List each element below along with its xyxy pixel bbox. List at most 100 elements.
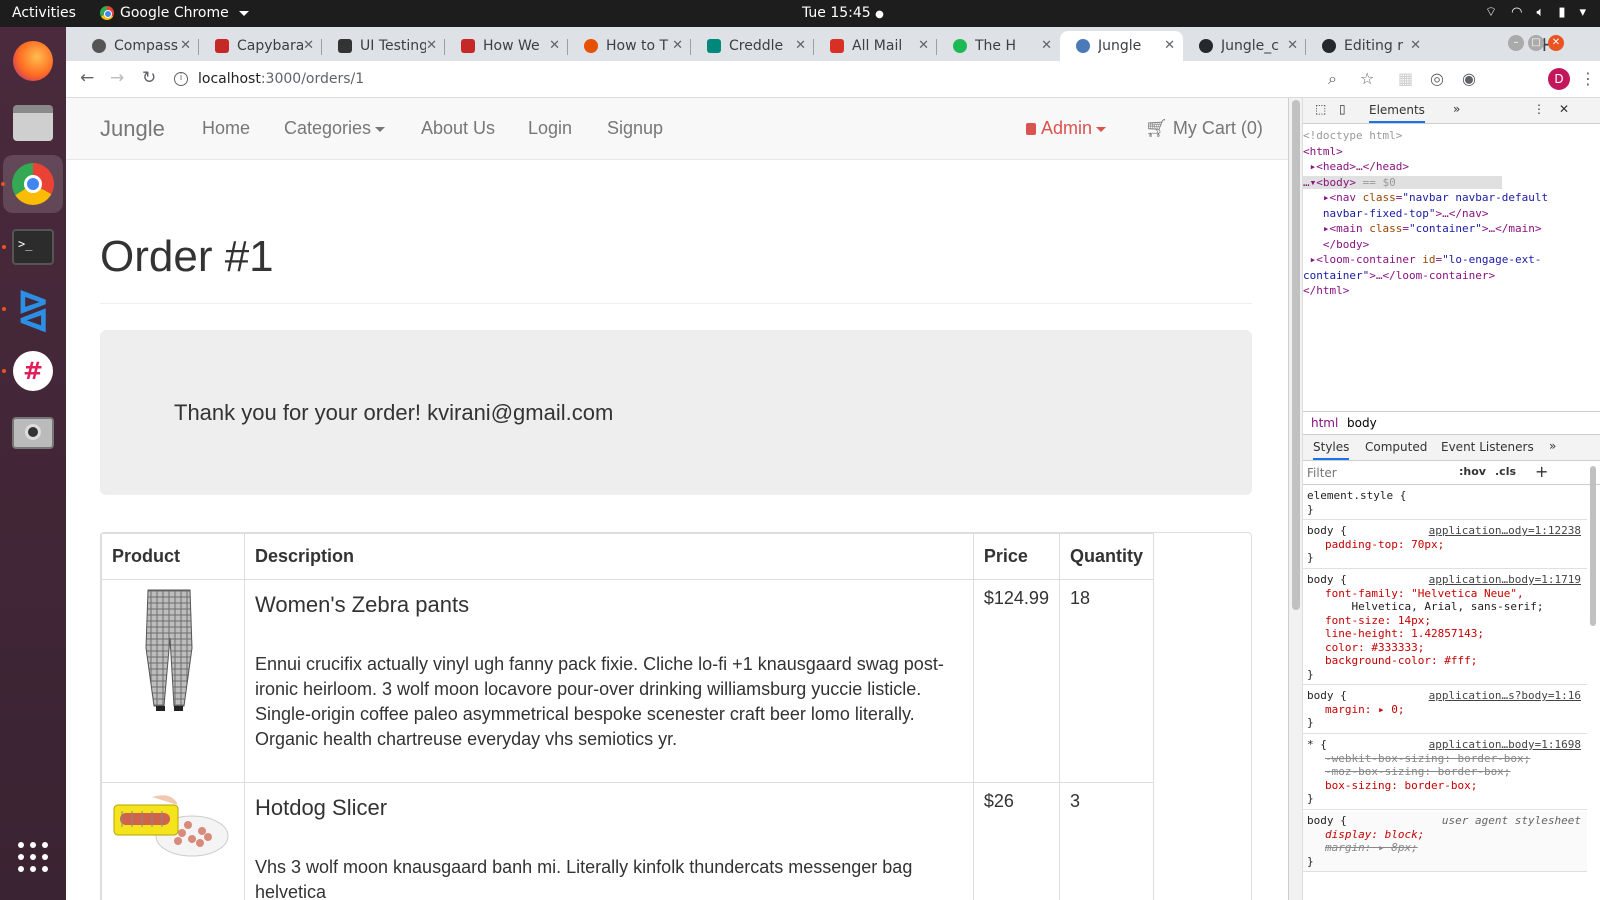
rule-declaration[interactable]: Helvetica, Arial, sans-serif; — [1307, 600, 1583, 614]
rule-source-link[interactable]: application…body=1:1698 — [1429, 738, 1581, 752]
tab-event-listeners[interactable]: Event Listeners — [1441, 440, 1534, 454]
more-tabs-icon[interactable]: » — [1549, 439, 1556, 453]
rule-declaration[interactable]: -moz-box-sizing: border-box; — [1307, 765, 1583, 779]
breadcrumb-body[interactable]: body — [1347, 416, 1377, 430]
extension-icon[interactable]: ▦ — [1398, 69, 1413, 88]
screenshot-launcher[interactable] — [9, 409, 57, 457]
rule-declaration[interactable]: color: #333333; — [1307, 641, 1583, 655]
terminal-launcher[interactable]: >_ — [2, 223, 57, 271]
scrollbar-thumb[interactable] — [1590, 466, 1596, 626]
device-toolbar-icon[interactable]: ▯ — [1339, 102, 1346, 116]
chrome-launcher[interactable] — [1, 155, 63, 213]
extension-icon[interactable]: ◉ — [1462, 69, 1476, 88]
close-icon[interactable]: ✕ — [672, 38, 683, 53]
nav-categories-dropdown[interactable]: Categories — [284, 118, 386, 139]
maximize-button[interactable]: □ — [1528, 35, 1544, 51]
brand-link[interactable]: Jungle — [100, 116, 165, 142]
browser-tab[interactable]: How We ✕ — [445, 31, 568, 61]
page-scrollbar[interactable] — [1289, 98, 1303, 900]
nav-signup-link[interactable]: Signup — [607, 118, 663, 139]
back-button[interactable]: ← — [80, 68, 94, 88]
browser-tab[interactable]: Compass ✕ — [76, 31, 199, 61]
close-icon[interactable]: ✕ — [918, 38, 929, 53]
style-rule[interactable]: * { application…body=1:1698 -webkit-box-… — [1303, 736, 1587, 810]
minimize-button[interactable]: – — [1508, 35, 1524, 51]
style-rule[interactable]: body { application…s?body=1:16 margin: ▸… — [1303, 687, 1587, 734]
hover-state-toggle[interactable]: :hov — [1459, 465, 1486, 478]
close-icon[interactable]: ✕ — [1287, 38, 1298, 53]
inspect-icon[interactable]: ⬚ — [1315, 102, 1326, 116]
close-icon[interactable]: ✕ — [1041, 38, 1052, 53]
browser-tab-active[interactable]: Jungle ✕ — [1060, 31, 1183, 61]
browser-tab[interactable]: All Mail ✕ — [814, 31, 937, 61]
style-rule[interactable]: body { application…body=1:1719 font-fami… — [1303, 571, 1587, 685]
rule-source-link[interactable]: application…body=1:1719 — [1429, 573, 1581, 587]
app-menu[interactable]: Google Chrome — [100, 5, 249, 21]
tab-computed[interactable]: Computed — [1365, 440, 1427, 454]
rule-declaration[interactable]: font-size: 14px; — [1307, 614, 1583, 628]
vscode-launcher[interactable]: ⧎ — [2, 285, 57, 333]
browser-tab[interactable]: Creddle ✕ — [691, 31, 814, 61]
close-window-button[interactable]: ✕ — [1548, 35, 1564, 51]
nav-home-link[interactable]: Home — [202, 118, 250, 139]
close-icon[interactable]: ✕ — [426, 38, 437, 53]
style-rule[interactable]: element.style { } — [1303, 487, 1587, 520]
dom-tree[interactable]: <!doctype html> <html> ▸<head>…</head> …… — [1303, 128, 1548, 299]
browser-tab[interactable]: Jungle_c ✕ — [1183, 31, 1306, 61]
breadcrumb-html[interactable]: html — [1311, 416, 1338, 430]
firefox-launcher[interactable] — [9, 37, 57, 85]
browser-tab[interactable]: UI Testing ✕ — [322, 31, 445, 61]
reload-button[interactable]: ↻ — [142, 68, 156, 88]
close-icon[interactable]: ✕ — [1164, 38, 1175, 53]
rule-declaration[interactable]: font-family: "Helvetica Neue", — [1307, 587, 1583, 601]
rule-declaration[interactable]: padding-top: 70px; — [1307, 538, 1583, 552]
close-icon[interactable]: ✕ — [549, 38, 560, 53]
menu-kebab-icon[interactable]: ⋮ — [1533, 102, 1545, 116]
menu-kebab-icon[interactable]: ⋮ — [1580, 69, 1596, 88]
firefox-icon — [13, 41, 53, 81]
class-toggle[interactable]: .cls — [1495, 465, 1516, 478]
add-rule-icon[interactable]: + — [1535, 462, 1548, 481]
rule-source-link[interactable]: application…ody=1:12238 — [1429, 524, 1581, 538]
more-tabs-icon[interactable]: » — [1453, 102, 1460, 116]
rule-declaration[interactable]: margin: ▸ 0; — [1307, 703, 1583, 717]
system-tray[interactable]: ⌔ ◠ 🔈︎ ▮ ▾ — [1485, 4, 1586, 21]
clock[interactable]: Tue 15:45 ● — [802, 5, 884, 21]
close-icon[interactable]: ✕ — [180, 38, 191, 53]
profile-avatar[interactable]: D — [1548, 68, 1570, 90]
browser-tab[interactable]: Editing r ✕ — [1306, 31, 1429, 61]
files-launcher[interactable] — [9, 99, 57, 147]
rule-declaration[interactable]: background-color: #fff; — [1307, 654, 1583, 668]
extension-icon[interactable]: ◎ — [1430, 69, 1444, 88]
tab-elements[interactable]: Elements — [1369, 103, 1425, 123]
admin-dropdown[interactable]: Admin — [1026, 118, 1107, 139]
style-rule[interactable]: body { user agent stylesheet display: bl… — [1303, 812, 1587, 872]
rule-declaration[interactable]: -webkit-box-sizing: border-box; — [1307, 752, 1583, 766]
browser-tab[interactable]: The H ✕ — [937, 31, 1060, 61]
browser-tab[interactable]: How to T ✕ — [568, 31, 691, 61]
forward-button[interactable]: → — [110, 68, 124, 88]
browser-tab[interactable]: Capybara ✕ — [199, 31, 322, 61]
close-icon[interactable]: ✕ — [1410, 38, 1421, 53]
zoom-icon[interactable]: ⌕ — [1328, 69, 1337, 89]
devtools-tabbar: ⬚ ▯ Elements » ⋮ ✕ — [1303, 98, 1600, 124]
close-icon[interactable]: ✕ — [303, 38, 314, 53]
address-bar[interactable]: i localhost:3000/orders/1 — [174, 65, 1334, 93]
filter-input[interactable] — [1307, 464, 1447, 482]
bookmark-star-icon[interactable]: ☆ — [1360, 69, 1374, 88]
nav-login-link[interactable]: Login — [528, 118, 572, 139]
slack-launcher[interactable]: # — [2, 347, 57, 395]
style-rule[interactable]: body { application…ody=1:12238 padding-t… — [1303, 522, 1587, 569]
rule-declaration[interactable]: box-sizing: border-box; — [1307, 779, 1583, 793]
close-icon[interactable]: ✕ — [1559, 102, 1569, 116]
rule-source-link[interactable]: application…s?body=1:16 — [1429, 689, 1581, 703]
scrollbar-thumb[interactable] — [1292, 100, 1300, 610]
rule-declaration[interactable]: line-height: 1.42857143; — [1307, 627, 1583, 641]
nav-about-link[interactable]: About Us — [421, 118, 495, 139]
tab-styles[interactable]: Styles — [1313, 440, 1350, 460]
activities-button[interactable]: Activities — [12, 5, 76, 21]
close-icon[interactable]: ✕ — [795, 38, 806, 53]
cart-link[interactable]: 🛒︎ My Cart (0) — [1145, 118, 1263, 139]
show-apps-button[interactable] — [9, 833, 57, 881]
styles-scrollbar[interactable] — [1587, 462, 1599, 632]
